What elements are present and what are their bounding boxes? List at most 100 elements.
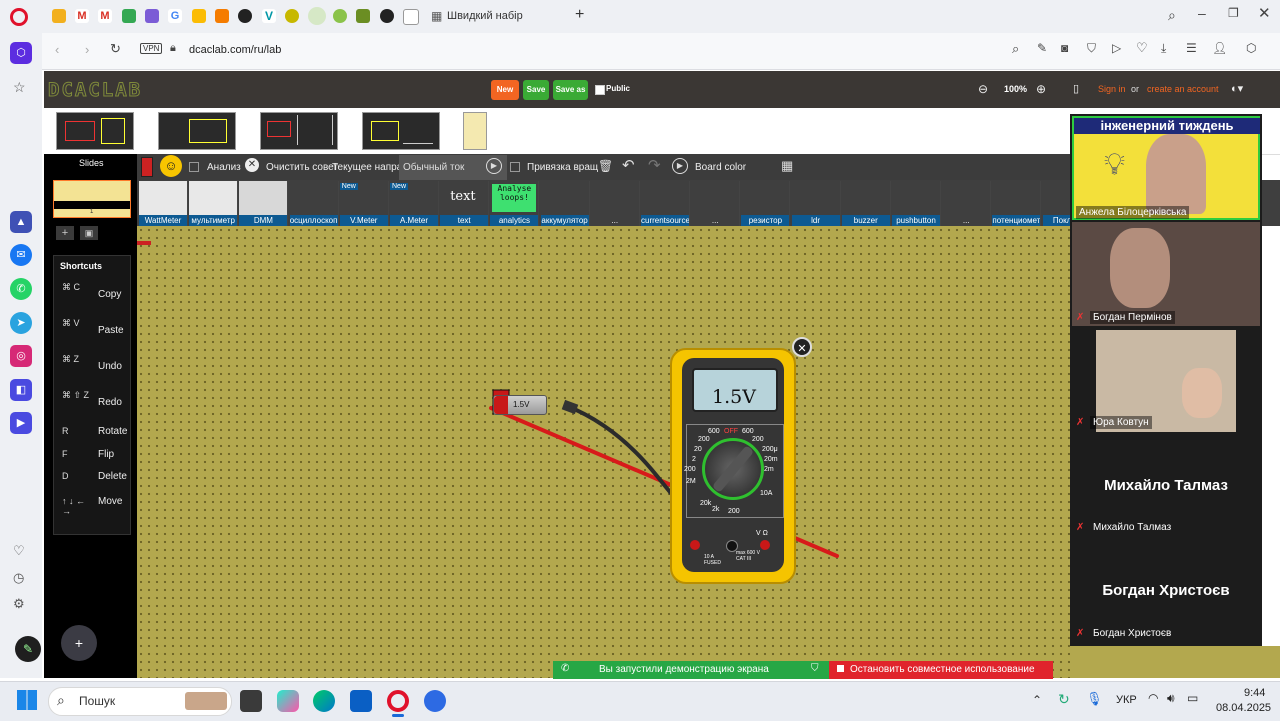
component-text[interactable]: text text bbox=[440, 181, 490, 226]
board-color-label[interactable]: Board color bbox=[695, 162, 746, 173]
duplicate-slide-button[interactable]: ▣ bbox=[80, 226, 98, 240]
start-icon[interactable] bbox=[17, 690, 37, 710]
menu-icon[interactable]: ☰ bbox=[1186, 41, 1197, 55]
analysis-checkbox[interactable] bbox=[189, 162, 199, 172]
play-icon[interactable]: ▶ bbox=[486, 158, 502, 174]
app-icon[interactable]: V bbox=[262, 9, 276, 23]
edge-icon[interactable] bbox=[313, 690, 335, 712]
component-more[interactable]: ... bbox=[942, 181, 992, 226]
redo-icon[interactable]: ↷ bbox=[648, 156, 661, 174]
dcaclab-tab-icon[interactable] bbox=[308, 7, 326, 25]
back-icon[interactable]: ‹ bbox=[55, 42, 59, 57]
wifi-icon[interactable]: ◠ bbox=[1148, 691, 1158, 705]
app-icon[interactable] bbox=[403, 9, 419, 25]
save-as-button[interactable]: Save as bbox=[553, 80, 588, 100]
heart-icon[interactable]: ♡ bbox=[13, 543, 25, 559]
dcaclab-tab-icon[interactable] bbox=[333, 9, 347, 23]
run-icon[interactable]: ▶ bbox=[672, 158, 688, 174]
document-icon[interactable]: ▯ bbox=[1073, 82, 1079, 95]
opera-logo-icon[interactable] bbox=[10, 8, 28, 26]
component-ldr[interactable]: ldr bbox=[791, 181, 841, 226]
sync-icon[interactable]: ↻ bbox=[1058, 691, 1070, 708]
delete-icon[interactable]: 🗑︎ bbox=[598, 159, 613, 173]
snap-checkbox[interactable] bbox=[510, 162, 520, 172]
component-pushbutton[interactable]: pushbutton bbox=[892, 181, 941, 226]
language-indicator[interactable]: УКР bbox=[1116, 694, 1137, 706]
circuit-thumbnail[interactable] bbox=[260, 112, 338, 150]
clear-icon[interactable]: ✕ bbox=[245, 158, 259, 172]
heart-icon[interactable]: ♡ bbox=[1136, 40, 1148, 56]
slide-thumbnail[interactable]: 1 bbox=[53, 180, 131, 218]
smiley-icon[interactable]: ☺ bbox=[160, 155, 182, 177]
participant-tile[interactable]: інженерний тиждень 💡︎ bbox=[1072, 116, 1260, 220]
app-icon[interactable] bbox=[238, 9, 252, 23]
drive-icon[interactable] bbox=[122, 9, 136, 23]
gmail-icon[interactable]: M bbox=[75, 9, 89, 23]
component-currentsource[interactable]: currentsource bbox=[641, 181, 690, 226]
component-мультиметр[interactable]: мультиметр bbox=[189, 181, 239, 226]
history-icon[interactable]: ◷ bbox=[13, 570, 24, 586]
component-осциллоскоп[interactable]: осциллоскоп bbox=[289, 181, 339, 226]
bookmark-icon[interactable] bbox=[52, 9, 66, 23]
add-fab-button[interactable]: + bbox=[61, 625, 97, 661]
multimeter[interactable]: 1.5V OFF 600 600 200 20 2 200 2M 20k 2k … bbox=[670, 348, 796, 584]
clear-label[interactable]: Очистить совет bbox=[266, 162, 338, 173]
circuit-thumbnail[interactable] bbox=[158, 112, 236, 150]
create-account-link[interactable]: create an account bbox=[1147, 84, 1219, 94]
whatsapp-icon[interactable]: ✆ bbox=[10, 278, 32, 300]
download-icon[interactable]: ⤓ bbox=[1161, 41, 1166, 56]
app-icon[interactable] bbox=[215, 9, 229, 23]
zoom-icon[interactable] bbox=[424, 690, 446, 712]
instagram-icon[interactable]: ◎ bbox=[10, 345, 32, 367]
component-more[interactable]: ... bbox=[691, 181, 741, 226]
clock-date[interactable]: 08.04.2025 bbox=[1216, 702, 1271, 714]
stop-sharing-button[interactable]: Остановить совместное использование bbox=[829, 661, 1053, 679]
circuit-thumbnail[interactable] bbox=[362, 112, 440, 150]
battery-component[interactable]: 1.5V bbox=[493, 395, 547, 415]
copilot-icon[interactable] bbox=[277, 690, 299, 712]
component-buzzer[interactable]: buzzer bbox=[841, 181, 891, 226]
jack-v[interactable] bbox=[760, 540, 770, 550]
pin-icon[interactable]: ☆ bbox=[13, 79, 26, 96]
app-icon[interactable] bbox=[285, 9, 299, 23]
component-dmm[interactable]: DMM bbox=[239, 181, 289, 226]
player-icon[interactable]: ▶ bbox=[10, 412, 32, 434]
circuit-board[interactable] bbox=[1070, 646, 1280, 678]
language-globe-icon[interactable]: ◐▾ bbox=[1231, 82, 1243, 95]
workspace-icon[interactable]: ⬡ bbox=[10, 42, 32, 64]
app-icon[interactable] bbox=[356, 9, 370, 23]
play-icon[interactable]: ▷ bbox=[1112, 41, 1121, 55]
search-icon[interactable]: ⌕ bbox=[1012, 41, 1019, 57]
public-checkbox[interactable] bbox=[595, 85, 605, 95]
forward-icon[interactable]: › bbox=[85, 42, 89, 57]
profile-icon[interactable]: 👤︎ bbox=[1212, 41, 1227, 55]
jack-10a[interactable] bbox=[690, 540, 700, 550]
new-tab-button[interactable]: + bbox=[575, 6, 584, 24]
shield-icon[interactable]: ⛉ bbox=[1087, 41, 1096, 56]
url-text[interactable]: dcaclab.com/ru/lab bbox=[189, 44, 281, 56]
component-wattmeter[interactable]: WattMeter bbox=[139, 181, 188, 226]
opera-taskbar-icon[interactable] bbox=[387, 690, 409, 712]
component-потенциометр[interactable]: потенциометр bbox=[992, 181, 1042, 226]
tray-chevron-icon[interactable]: ⌃ bbox=[1032, 693, 1042, 707]
google-icon[interactable]: G bbox=[168, 9, 182, 23]
sign-in-link[interactable]: Sign in bbox=[1098, 84, 1126, 94]
component-v-meter[interactable]: V.Meter New bbox=[339, 181, 389, 226]
minimize-button[interactable]: – bbox=[1198, 5, 1206, 21]
grid-toggle-icon[interactable]: ▦ bbox=[781, 158, 793, 174]
save-button[interactable]: Save bbox=[523, 80, 549, 100]
reload-icon[interactable]: ↻ bbox=[110, 41, 121, 57]
circuit-thumbnail[interactable] bbox=[56, 112, 134, 150]
component-analytics[interactable]: analytics Analyse loops! bbox=[490, 181, 540, 226]
component-a-meter[interactable]: A.Meter New bbox=[390, 181, 439, 226]
share-status[interactable]: ✆ Вы запустили демонстрацию экрана ⛉ bbox=[553, 661, 829, 679]
close-window-button[interactable]: ✕ bbox=[1258, 4, 1271, 22]
extensions-icon[interactable]: ⬡ bbox=[1246, 41, 1256, 55]
edit-icon[interactable]: ✎ bbox=[1037, 41, 1047, 55]
zoom-in-icon[interactable]: ⊕ bbox=[1036, 82, 1046, 96]
dcaclab-logo[interactable]: DCACLAB bbox=[47, 79, 142, 102]
microphone-icon[interactable]: 🎙︎ bbox=[1086, 691, 1103, 707]
app-icon[interactable] bbox=[380, 9, 394, 23]
app-icon[interactable] bbox=[145, 9, 159, 23]
component-аккумулятор[interactable]: аккумулятор bbox=[540, 181, 590, 226]
